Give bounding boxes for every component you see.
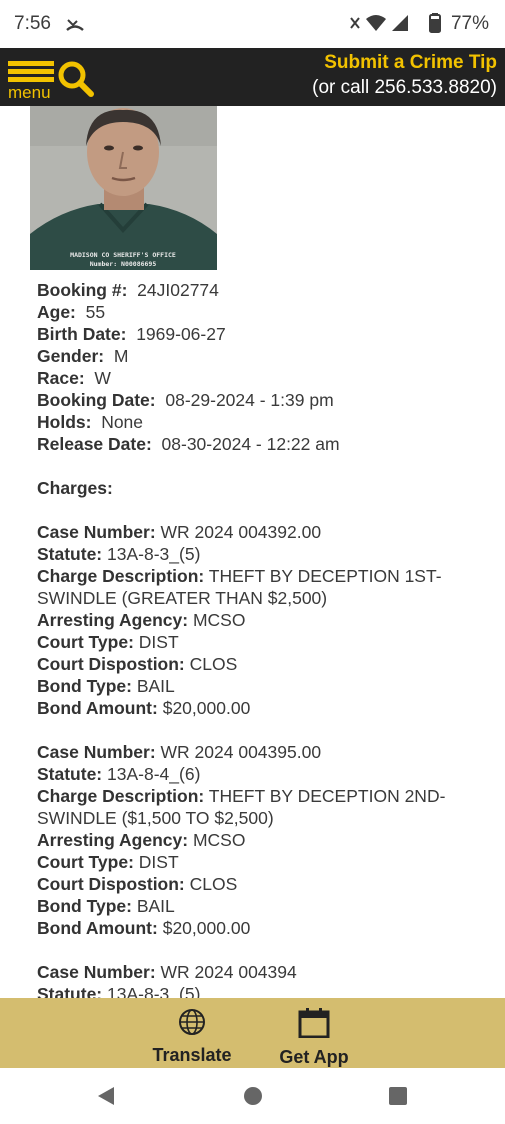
statute-value: 13A-8-3_(5): [107, 544, 201, 564]
statute-value: 13A-8-4_(6): [107, 764, 201, 784]
crime-tip-link[interactable]: Submit a Crime Tip (or call 256.533.8820…: [312, 51, 497, 101]
status-time: 7:56: [14, 13, 51, 34]
case-number-value: WR 2024 004395.00: [160, 742, 322, 762]
wifi-icon: [365, 14, 387, 37]
search-icon: [58, 61, 94, 97]
system-navigation-bar: [0, 1068, 505, 1124]
bond-type-value: BAIL: [136, 896, 175, 916]
mugshot-caption-line1: MADISON CO SHERIFF'S OFFICE: [70, 251, 176, 259]
calendar-icon: [298, 1008, 330, 1039]
release-date-value: 08-30-2024 - 12:22 am: [161, 434, 340, 454]
court-disposition-value: CLOS: [189, 654, 238, 674]
get-app-label: Get App: [279, 1047, 349, 1067]
bond-amount-value: $20,000.00: [162, 918, 251, 938]
home-button[interactable]: [243, 1086, 263, 1111]
release-date-row: Release Date: 08-30-2024 - 12:22 am: [37, 434, 340, 454]
translate-label: Translate: [152, 1045, 232, 1065]
back-triangle-icon: [98, 1087, 114, 1105]
missed-call-icon: [66, 16, 84, 37]
menu-button[interactable]: menu: [7, 59, 57, 103]
holds-row: Holds: None: [37, 412, 144, 432]
get-app-button[interactable]: Get App: [278, 1008, 350, 1068]
court-disposition-value: CLOS: [189, 874, 238, 894]
booking-date-value: 08-29-2024 - 1:39 pm: [165, 390, 334, 410]
bond-type-value: BAIL: [136, 676, 175, 696]
app-header: menu Submit a Crime Tip (or call 256.533…: [0, 48, 505, 106]
recents-square-icon: [389, 1087, 407, 1105]
gender-row: Gender: M: [37, 346, 129, 366]
race-row: Race: W: [37, 368, 111, 388]
recents-button[interactable]: [389, 1087, 407, 1110]
booking-number-value: 24JI02774: [137, 280, 219, 300]
birth-date-value: 1969-06-27: [136, 324, 226, 344]
arresting-agency-value: MCSO: [192, 830, 246, 850]
court-type-value: DIST: [138, 852, 179, 872]
bond-amount-value: $20,000.00: [162, 698, 251, 718]
booking-date-row: Booking Date: 08-29-2024 - 1:39 pm: [37, 390, 334, 410]
translate-button[interactable]: Translate: [152, 1008, 232, 1066]
vibrate-icon: [349, 15, 361, 36]
case-number-value: WR 2024 004392.00: [160, 522, 322, 542]
crime-tip-phone: (or call 256.533.8820): [312, 77, 497, 98]
booking-number-row: Booking #: 24JI02774: [37, 280, 219, 300]
gender-value: M: [113, 346, 129, 366]
race-value: W: [94, 368, 111, 388]
arresting-agency-value: MCSO: [192, 610, 246, 630]
case-number-value: WR 2024 004394: [160, 962, 297, 982]
cell-signal-icon: [391, 14, 409, 37]
inmate-detail: MADISON CO SHERIFF'S OFFICE Number: N000…: [0, 106, 505, 998]
status-bar: 7:56 77%: [0, 0, 505, 48]
bottom-app-bar: Translate Get App: [0, 998, 505, 1068]
battery-percent: 77%: [450, 13, 489, 34]
holds-value: None: [101, 412, 144, 432]
battery-icon: [429, 13, 441, 38]
charge-item: Case Number: WR 2024 004395.00 Statute: …: [37, 742, 446, 938]
charge-item: Case Number: WR 2024 004392.00 Statute: …: [37, 522, 442, 718]
mugshot-photo: MADISON CO SHERIFF'S OFFICE Number: N000…: [30, 106, 217, 270]
search-button[interactable]: [57, 60, 95, 98]
statute-value: 13A-8-3_(5): [107, 984, 201, 998]
back-button[interactable]: [97, 1086, 115, 1111]
court-type-value: DIST: [138, 632, 179, 652]
booking-details: Booking #: 24JI02774 Age: 55 Birth Date:…: [37, 279, 497, 998]
home-circle-icon: [244, 1087, 262, 1105]
globe-icon: [179, 1009, 205, 1035]
mugshot-caption-line2: Number: N00086695: [90, 260, 157, 268]
birth-date-row: Birth Date: 1969-06-27: [37, 324, 226, 344]
age-row: Age: 55: [37, 302, 106, 322]
charge-item: Case Number: WR 2024 004394 Statute: 13A…: [37, 961, 497, 998]
menu-label: menu: [8, 83, 51, 102]
age-value: 55: [85, 302, 106, 322]
crime-tip-title: Submit a Crime Tip: [324, 52, 497, 73]
charges-heading: Charges:: [37, 478, 113, 498]
